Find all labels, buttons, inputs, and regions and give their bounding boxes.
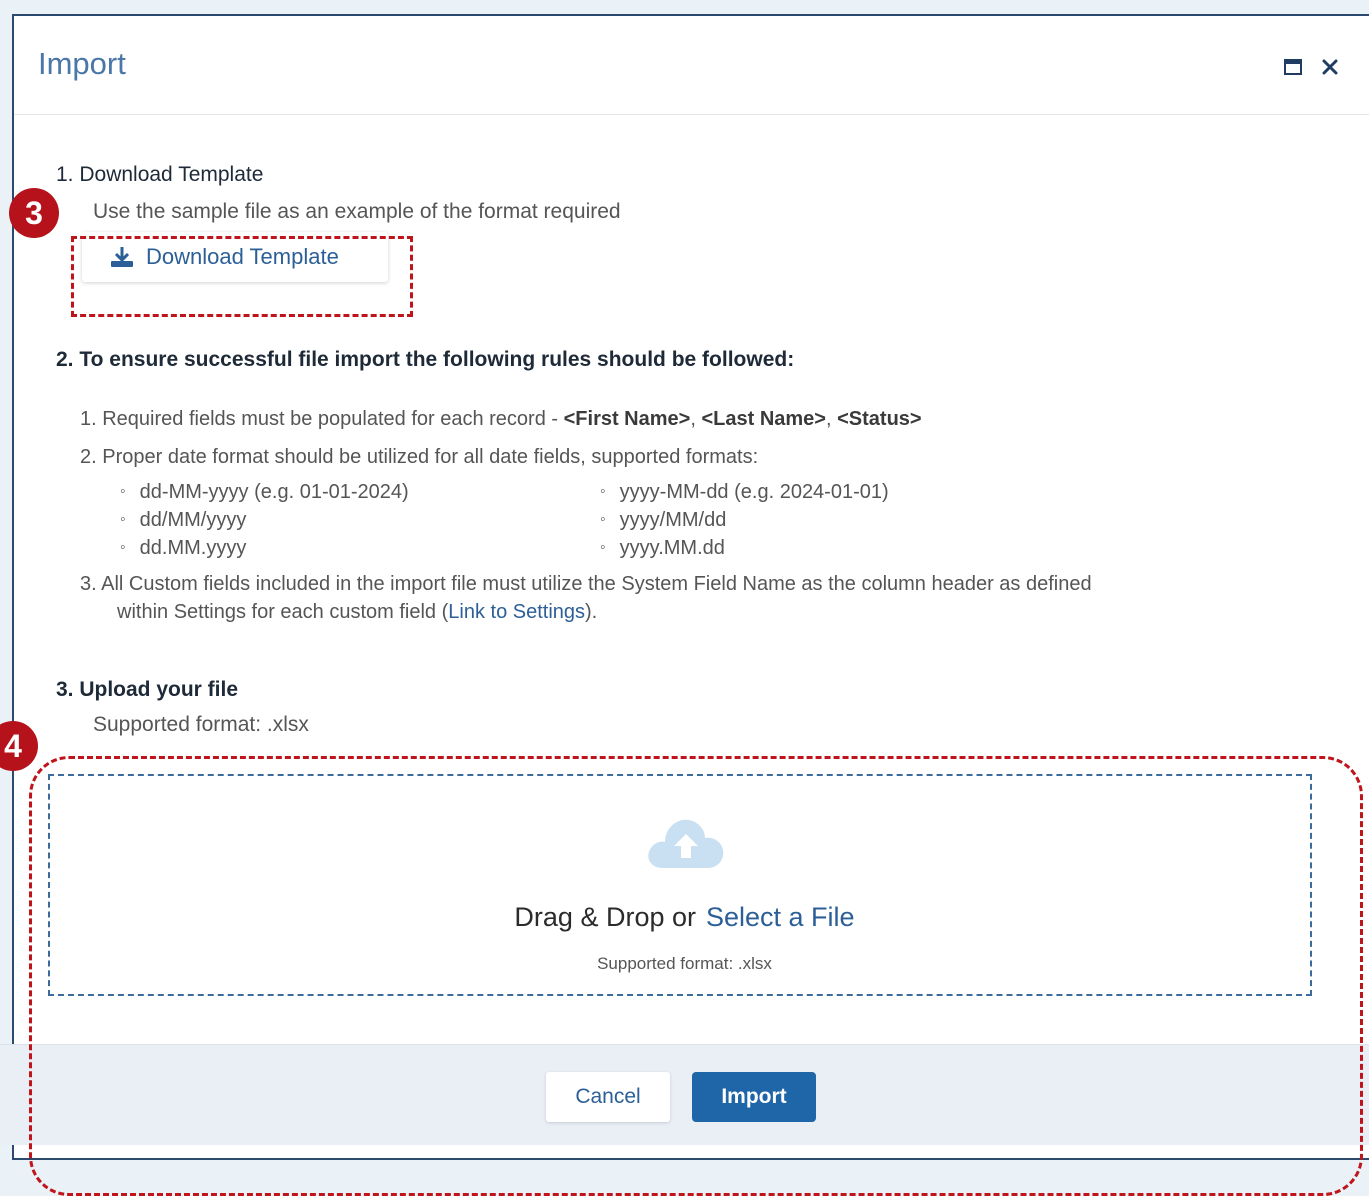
format-item: yyyy/MM/dd [600, 509, 727, 532]
rule-2: 2. Proper date format should be utilized… [80, 446, 759, 468]
rule-1: 1. Required fields must be populated for… [80, 408, 922, 431]
field-first-name: <First Name> [563, 408, 691, 430]
close-icon [1322, 59, 1338, 75]
rule-3-suffix: ). [585, 601, 598, 623]
rule-3-prefix: within Settings for each custom field ( [117, 601, 449, 623]
rule-1-sep: , [825, 408, 838, 430]
step3-description: Supported format: .xlsx [93, 713, 309, 736]
step1-title: 1. Download Template [56, 163, 264, 186]
close-button[interactable] [1317, 54, 1343, 80]
annotation-box-upload [29, 756, 1363, 1196]
rule-1-sep: , [690, 408, 702, 430]
dialog-header: Import [14, 16, 1369, 115]
maximize-button[interactable] [1280, 54, 1306, 80]
format-item: yyyy-MM-dd (e.g. 2024-01-01) [600, 481, 889, 504]
link-to-settings[interactable]: Link to Settings [448, 601, 585, 623]
step2-title: 2. To ensure successful file import the … [56, 348, 795, 371]
format-item: dd/MM/yyyy [120, 509, 247, 532]
rule-3-continued: within Settings for each custom field (L… [117, 601, 597, 624]
step1-description: Use the sample file as an example of the… [93, 200, 621, 223]
annotation-box-download [71, 236, 413, 317]
window-maximize-icon [1284, 59, 1302, 75]
field-last-name: <Last Name> [701, 408, 826, 430]
field-status: <Status> [837, 408, 922, 430]
step3-title: 3. Upload your file [56, 678, 239, 701]
rule-1-text: 1. Required fields must be populated for… [80, 408, 564, 430]
format-item: dd.MM.yyyy [120, 537, 247, 560]
rule-3: 3. All Custom fields included in the imp… [80, 573, 1092, 595]
annotation-badge-3: 3 [9, 188, 59, 238]
format-item: yyyy.MM.dd [600, 537, 725, 560]
format-item: dd-MM-yyyy (e.g. 01-01-2024) [120, 481, 409, 504]
dialog-title: Import [38, 46, 126, 81]
